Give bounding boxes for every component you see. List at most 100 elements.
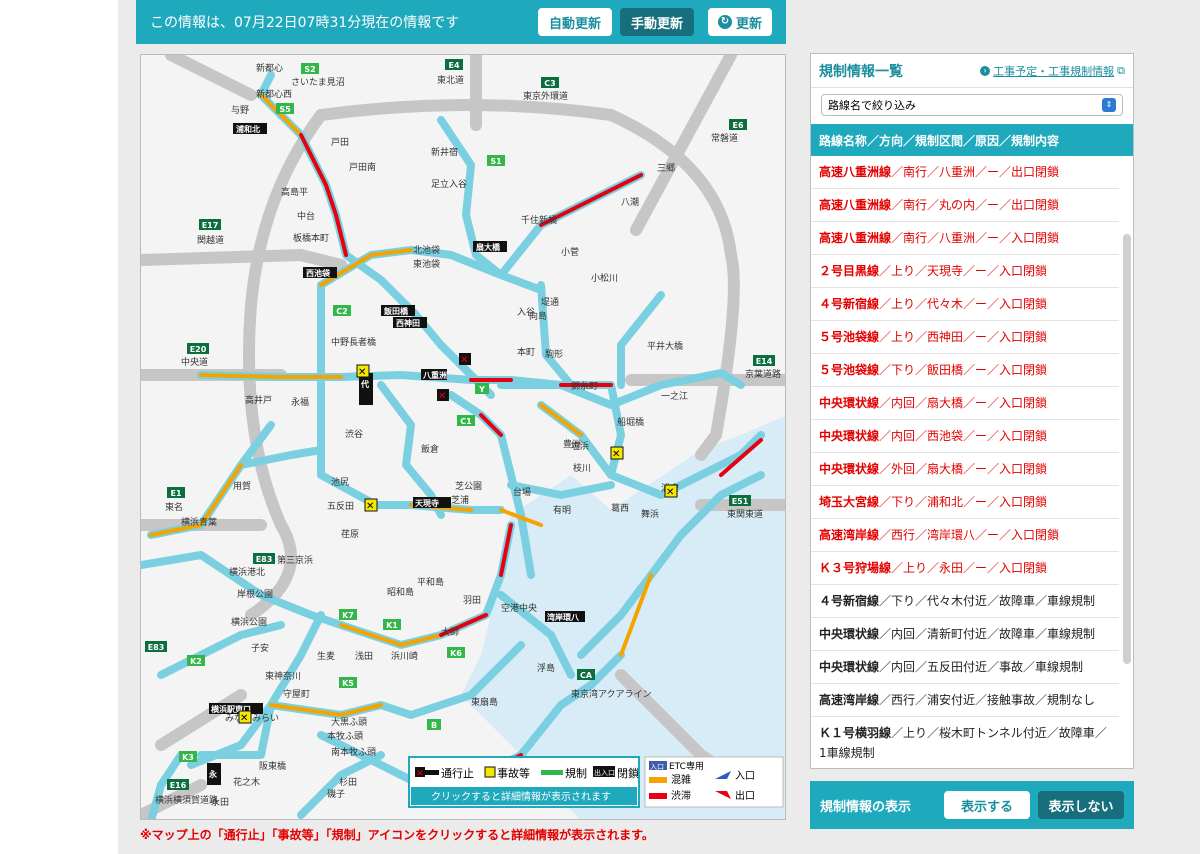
regulation-list-item[interactable]: 高速八重洲線／南行／丸の内／ー／出口閉鎖 [811,189,1119,222]
regulation-list-item[interactable]: 中央環状線／内回／西池袋／ー／入口閉鎖 [811,420,1119,453]
accident-icon-yoyogi: ✕ [358,367,366,378]
label-negishi: 阪東橋 [259,760,286,772]
regulation-list-item[interactable]: Ｋ３号狩場線／上り／永田／ー／入口閉鎖 [811,552,1119,585]
route-shield-k7: K7 [342,611,354,620]
label-hanazono: 花之木 [233,776,260,788]
regulation-list-item[interactable]: ２号目黒線／上り／天現寺／ー／入口閉鎖 [811,255,1119,288]
label-nagata: 永田 [211,796,229,808]
route-shield-y: Y [478,385,485,394]
regulation-road-name: ５号池袋線 [819,363,880,377]
regulation-detail: ／下り／飯田橋／ー／入口閉鎖 [879,363,1048,377]
construction-info-label: 工事予定・工事規制情報 [993,64,1115,78]
legend-accident: 事故等 [497,766,530,780]
regulation-list-item[interactable]: 中央環状線／外回／扇大橋／ー／入口閉鎖 [811,453,1119,486]
label-gotanda: 五反田 [327,501,354,512]
label-senju: 千住新橋 [521,214,557,226]
accident-icon-sakuragicho: ✕ [240,713,248,724]
label-kishine: 岸根公園 [237,588,273,600]
label-kan-nana: 北池袋 [413,244,440,256]
label-hama-kawasaki: 浜川崎 [391,650,418,662]
show-button[interactable]: 表示する [944,791,1030,819]
regulation-list-item[interactable]: ５号池袋線／上り／西神田／ー／入口閉鎖 [811,321,1119,354]
label-iikura: 飯倉 [421,443,439,455]
list-scrollbar[interactable] [1123,234,1131,664]
regulation-detail: ／内回／西池袋／ー／入口閉鎖 [879,429,1048,443]
regulation-detail: ／下り／浦和北／ー／入口閉鎖 [879,495,1048,509]
closure-badge-nagata: 永 [208,769,217,779]
route-shield-e4: E4 [448,61,459,70]
regulation-road-name: 中央環状線 [819,627,880,641]
label-eifuku: 永福 [291,396,309,408]
legend-closure: 閉鎖 [617,766,639,780]
regulation-list-item[interactable]: ４号新宿線／上り／代々木／ー／入口閉鎖 [811,288,1119,321]
label-edagawa: 枝川 [573,462,591,474]
closure-badge-iidabashi: 飯田橋 [383,306,409,316]
label-yokohama-kohoku: 横浜港北 [229,566,265,578]
label-keiyo: 京葉道路 [745,368,781,380]
route-shield-c3: C3 [544,79,555,88]
label-kosuge: 小菅 [561,246,579,258]
label-tohoku: 東北道 [437,74,464,86]
route-shield-s5: S5 [279,105,291,114]
legend-in: 入口 [735,771,755,782]
regulation-list[interactable]: 高速八重洲線／南行／八重洲／ー／出口閉鎖 高速八重洲線／南行／丸の内／ー／出口閉鎖… [811,156,1133,768]
regulation-road-name: ２号目黒線 [819,264,880,278]
label-moriyacho: 守屋町 [283,688,310,700]
label-daishi: 大師 [441,626,459,638]
label-ukishima: 浮島 [537,662,555,674]
label-kasai: 小松川 [591,272,618,284]
label-ebara: 荏原 [341,529,359,540]
regulation-list-item[interactable]: 高速湾岸線／西行／湾岸環八／ー／入口閉鎖 [811,519,1119,552]
label-funabori: 船堀橋 [617,416,644,428]
auto-update-button[interactable]: 自動更新 [538,8,612,36]
label-daikoku: 大黒ふ頭 [331,716,367,728]
label-minatomirai: みなとみらい [225,713,279,724]
external-link-icon: ⧉ [1117,63,1125,77]
regulation-detail: ／内回／扇大橋／ー／入口閉鎖 [879,396,1048,410]
refresh-button[interactable]: ↻ 更新 [708,8,772,36]
regulation-list-item[interactable]: ５号池袋線／下り／飯田橋／ー／入口閉鎖 [811,354,1119,387]
label-nakano: 中野長者橋 [331,336,376,348]
label-yashio: 八潮 [621,196,639,208]
route-shield-e1: E1 [170,489,181,498]
regulation-detail: ／西行／浦安付近／接触事故／規制なし [879,693,1096,707]
label-tomei: 東名 [165,501,183,513]
regulation-detail: ／上り／代々木／ー／入口閉鎖 [879,297,1048,311]
route-filter-select[interactable]: 路線名で絞り込み ⇕ [821,94,1123,116]
route-shield-e14: E14 [756,357,773,366]
label-itabashi-honcho: 板橋本町 [293,232,329,244]
regulation-road-name: 高速湾岸線 [819,693,880,707]
regulation-road-name: 高速八重洲線 [819,231,892,245]
regulation-list-item[interactable]: ４号新宿線／下り／代々木付近／故障車／車線規制 [811,585,1119,618]
regulation-list-item[interactable]: 中央環状線／内回／五反田付近／事故／車線規制 [811,651,1119,684]
label-joban: 常磐道 [711,132,738,144]
legend-entrance-badge: 入口 [650,763,664,771]
construction-info-link[interactable]: › 工事予定・工事規制情報 ⧉ [980,63,1125,79]
map-canvas: S2 S5 E4 C3 E6 E17 E20 E14 E1 E51 E83 E8… [141,55,785,819]
hide-button[interactable]: 表示しない [1038,791,1124,819]
route-shield-k1: K1 [386,621,398,630]
label-yokohama-yokosuka: 横浜横須賀道路 [155,794,218,806]
label-haneda: 羽田 [463,595,481,606]
map-footnote: ※マップ上の「通行止」「事故等」「規制」アイコンをクリックすると詳細情報が表示さ… [140,828,654,842]
expressway-map[interactable]: S2 S5 E4 C3 E6 E17 E20 E14 E1 E51 E83 E8… [140,54,786,820]
regulation-detail: ／西行／湾岸環八／ー／入口閉鎖 [879,528,1060,542]
regulation-list-item[interactable]: 埼玉大宮線／下り／浦和北／ー／入口閉鎖 [811,486,1119,519]
regulation-list-item[interactable]: Ｋ１号横羽線／上り／桜木町トンネル付近／故障車／1車線規制 [811,717,1119,768]
label-tokyo-gaikan: 東京外環道 [523,90,568,102]
regulation-list-item[interactable]: 高速八重洲線／南行／八重洲／ー／入口閉鎖 [811,222,1119,255]
regulation-detail: ／内回／清新町付近／故障車／車線規制 [879,627,1096,641]
closure-badge-wangan-kanpachi: 湾岸環八 [547,612,580,622]
regulation-list-item[interactable]: 中央環状線／内回／扇大橋／ー／入口閉鎖 [811,387,1119,420]
label-ichinoe: 一之江 [661,390,688,402]
label-ikejiri: 池尻 [331,476,349,488]
regulation-detail: ／外回／扇大橋／ー／入口閉鎖 [879,462,1048,476]
regulation-list-item[interactable]: 高速湾岸線／西行／浦安付近／接触事故／規制なし [811,684,1119,717]
manual-update-button[interactable]: 手動更新 [620,8,694,36]
regulation-list-item[interactable]: 高速八重洲線／南行／八重洲／ー／出口閉鎖 [811,156,1119,189]
regulation-road-name: ４号新宿線 [819,594,880,608]
regulation-list-item[interactable]: 中央環状線／内回／清新町付近／故障車／車線規制 [811,618,1119,651]
label-ariake: 有明 [553,504,571,516]
display-toggle-bar: 規制情報の表示 表示する 表示しない [810,781,1134,829]
regulation-detail: ／上り／永田／ー／入口閉鎖 [891,561,1048,575]
